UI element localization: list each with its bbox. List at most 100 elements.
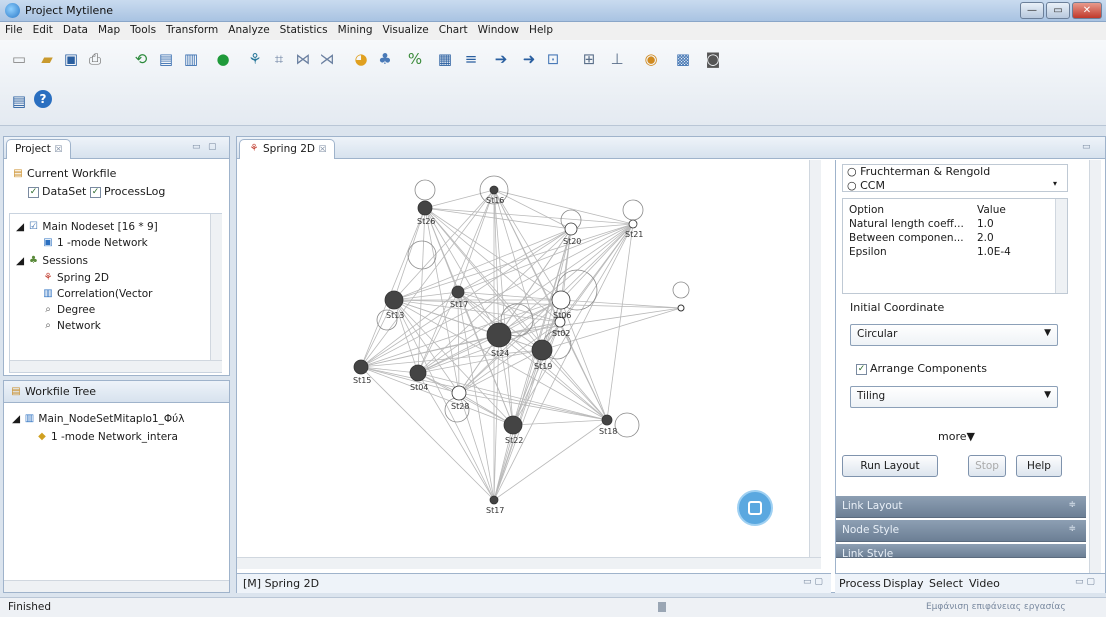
- processlog-check[interactable]: ✓ ProcessLog: [90, 185, 165, 198]
- tree-item-main-nodeset[interactable]: ◢ ☑ Main Nodeset [16 * 9]: [16, 221, 158, 233]
- option-value[interactable]: 1.0: [973, 217, 1015, 231]
- canvas-scrollbar-h[interactable]: [237, 557, 821, 569]
- stop-button[interactable]: Stop: [968, 455, 1006, 477]
- graph-node[interactable]: [503, 415, 523, 435]
- grid-icon[interactable]: ⌗: [268, 48, 290, 70]
- menu-help[interactable]: Help: [524, 22, 558, 38]
- canvas-scrollbar-v[interactable]: [809, 160, 821, 557]
- option-row[interactable]: Natural length coeff... 1.0: [845, 217, 1015, 231]
- properties-icon[interactable]: ⊞: [578, 48, 600, 70]
- arrow-forward-icon[interactable]: ➜: [518, 48, 540, 70]
- menu-edit[interactable]: Edit: [28, 22, 58, 38]
- tab-close-icon[interactable]: ☒: [54, 145, 62, 155]
- option-row[interactable]: Epsilon 1.0E-4: [845, 245, 1015, 259]
- minimize-view-icon[interactable]: ▭: [192, 142, 201, 152]
- menu-analyze[interactable]: Analyze: [223, 22, 274, 38]
- graph-node[interactable]: [551, 290, 571, 310]
- percent-icon[interactable]: %: [404, 48, 426, 70]
- minimize-button[interactable]: —: [1020, 2, 1044, 19]
- graph-node[interactable]: [409, 364, 427, 382]
- menu-tools[interactable]: Tools: [125, 22, 161, 38]
- layout-grid-icon[interactable]: ▦: [434, 48, 456, 70]
- run-icon[interactable]: ●: [212, 48, 234, 70]
- tree-scrollbar-v[interactable]: [210, 214, 222, 360]
- tab-display[interactable]: Display: [883, 577, 924, 590]
- tab-video[interactable]: Video: [969, 577, 1000, 590]
- algorithm-option-ccm[interactable]: ○ CCM: [847, 179, 885, 191]
- graph-node[interactable]: [384, 290, 404, 310]
- dataset-checkbox[interactable]: ✓: [28, 186, 39, 198]
- tree-item-correlation[interactable]: ▥ Correlation(Vector: [42, 288, 152, 300]
- graph-node[interactable]: [451, 285, 465, 299]
- options-scrollbar[interactable]: [1055, 199, 1067, 293]
- navigator-icon[interactable]: [737, 490, 773, 526]
- menu-map[interactable]: Map: [93, 22, 125, 38]
- menu-visualize[interactable]: Visualize: [378, 22, 434, 38]
- graph-node[interactable]: [628, 219, 638, 229]
- graph-node[interactable]: [564, 222, 578, 236]
- collapse-icon[interactable]: ⋊: [316, 48, 338, 70]
- menu-mining[interactable]: Mining: [333, 22, 378, 38]
- help-button[interactable]: Help: [1016, 455, 1062, 477]
- algorithm-option-fr[interactable]: ○ Fruchterman & Rengold: [847, 165, 990, 178]
- camera-icon[interactable]: ◙: [702, 48, 724, 70]
- tree-item-sessions[interactable]: ◢ ♣ Sessions: [16, 255, 88, 267]
- algorithm-list[interactable]: ○ Fruchterman & Rengold ○ CCM ▾: [842, 164, 1068, 192]
- close-button[interactable]: ✕: [1072, 2, 1102, 19]
- save-icon[interactable]: ▣: [60, 48, 82, 70]
- table-copy-icon[interactable]: ▥: [180, 48, 202, 70]
- graph-node[interactable]: [677, 304, 685, 312]
- tree-item-network-stat[interactable]: ⌕ Network: [42, 320, 101, 332]
- menu-window[interactable]: Window: [473, 22, 524, 38]
- arrange-components-check[interactable]: ✓ Arrange Components: [856, 362, 987, 375]
- arrow-right-icon[interactable]: ➔: [490, 48, 512, 70]
- tab-process[interactable]: Process: [839, 577, 881, 590]
- arrange-components-checkbox[interactable]: ✓: [856, 363, 867, 375]
- option-value[interactable]: 1.0E-4: [973, 245, 1015, 259]
- new-file-icon[interactable]: ▭: [8, 48, 30, 70]
- menu-statistics[interactable]: Statistics: [275, 22, 333, 38]
- menu-file[interactable]: File: [0, 22, 28, 38]
- graph-node[interactable]: [417, 200, 433, 216]
- graph-node[interactable]: [489, 185, 499, 195]
- graph-node[interactable]: [531, 339, 553, 361]
- data-window-icon[interactable]: ▤: [8, 90, 30, 112]
- graph-node[interactable]: [489, 495, 499, 505]
- tree-item-degree[interactable]: ⌕ Degree: [42, 304, 95, 316]
- chart-icon[interactable]: ♣: [374, 48, 396, 70]
- initial-coordinate-select[interactable]: Circular ▼: [850, 324, 1058, 346]
- palette-icon[interactable]: ◕: [350, 48, 372, 70]
- help-icon[interactable]: ?: [34, 90, 52, 108]
- workfile-item-network[interactable]: ◆ 1 -mode Network_intera: [36, 431, 178, 443]
- tab-close-icon[interactable]: ☒: [318, 145, 326, 155]
- dataset-check[interactable]: ✓ DataSet: [28, 185, 86, 198]
- bottom-minimize-icon[interactable]: ▭ ▢: [803, 577, 823, 587]
- menu-data[interactable]: Data: [58, 22, 93, 38]
- node-add-icon[interactable]: ⚘: [244, 48, 266, 70]
- graph-node[interactable]: [451, 385, 467, 401]
- import-icon[interactable]: ⟲: [130, 48, 152, 70]
- hierarchy-icon[interactable]: ⊥: [606, 48, 628, 70]
- cross-icon[interactable]: ⋈: [292, 48, 314, 70]
- section-node-style[interactable]: Node Style ≑: [836, 520, 1086, 542]
- tree-item-spring2d[interactable]: ⚘ Spring 2D: [42, 272, 109, 284]
- layout-panel-scrollbar[interactable]: [1089, 160, 1101, 573]
- option-value[interactable]: 2.0: [973, 231, 1015, 245]
- arrange-mode-select[interactable]: Tiling ▼: [850, 386, 1058, 408]
- graph-node[interactable]: [601, 414, 613, 426]
- menu-chart[interactable]: Chart: [434, 22, 473, 38]
- section-link-layout[interactable]: Link Layout ≑: [836, 496, 1086, 518]
- editor-minimize-icon[interactable]: ▭: [1082, 142, 1091, 152]
- workfile-item-nodeset[interactable]: ◢ ▥ Main_NodeSetMitaplo1_Φύλ: [12, 413, 184, 425]
- bottom-tab-spring2d[interactable]: [M] Spring 2D: [243, 577, 319, 590]
- graph-node[interactable]: [486, 322, 512, 348]
- run-layout-button[interactable]: Run Layout: [842, 455, 938, 477]
- more-toggle[interactable]: more▼: [938, 430, 975, 443]
- option-row[interactable]: Between componen... 2.0: [845, 231, 1015, 245]
- processlog-checkbox[interactable]: ✓: [90, 186, 101, 198]
- map-icon[interactable]: ◉: [640, 48, 662, 70]
- maximize-view-icon[interactable]: ▢: [208, 142, 217, 152]
- algorithm-dropdown-icon[interactable]: ▾: [1053, 179, 1057, 188]
- tab-spring2d[interactable]: ⚘ Spring 2D ☒: [239, 139, 336, 159]
- tree-item-network[interactable]: ▣ 1 -mode Network: [42, 237, 148, 249]
